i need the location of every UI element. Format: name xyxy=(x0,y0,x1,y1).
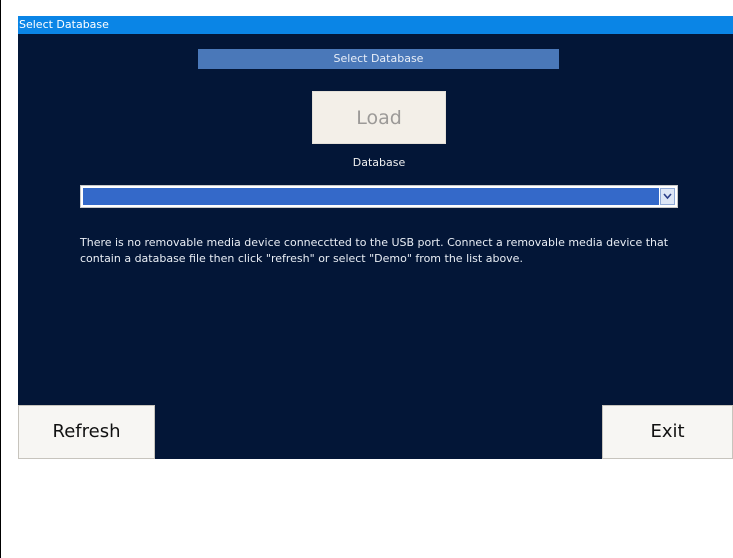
database-select-value[interactable] xyxy=(83,188,659,205)
left-border xyxy=(0,0,1,558)
database-select[interactable] xyxy=(80,185,678,208)
load-button-label: Load xyxy=(356,107,402,129)
exit-button[interactable]: Exit xyxy=(602,405,733,459)
page-heading: Select Database xyxy=(198,49,559,69)
no-media-message: There is no removable media device conne… xyxy=(80,236,669,265)
window-titlebar: Select Database xyxy=(18,16,733,34)
exit-button-label: Exit xyxy=(650,421,685,442)
database-label: Database xyxy=(352,156,406,169)
chevron-down-icon[interactable] xyxy=(660,188,675,205)
page: Select Database Select Database Load Dat… xyxy=(0,0,733,558)
load-button[interactable]: Load xyxy=(312,91,446,144)
refresh-button-label: Refresh xyxy=(52,421,121,442)
select-database-window: Select Database Select Database Load Dat… xyxy=(18,16,733,459)
refresh-button[interactable]: Refresh xyxy=(18,405,155,459)
window-title: Select Database xyxy=(19,18,109,31)
page-heading-text: Select Database xyxy=(333,52,424,65)
